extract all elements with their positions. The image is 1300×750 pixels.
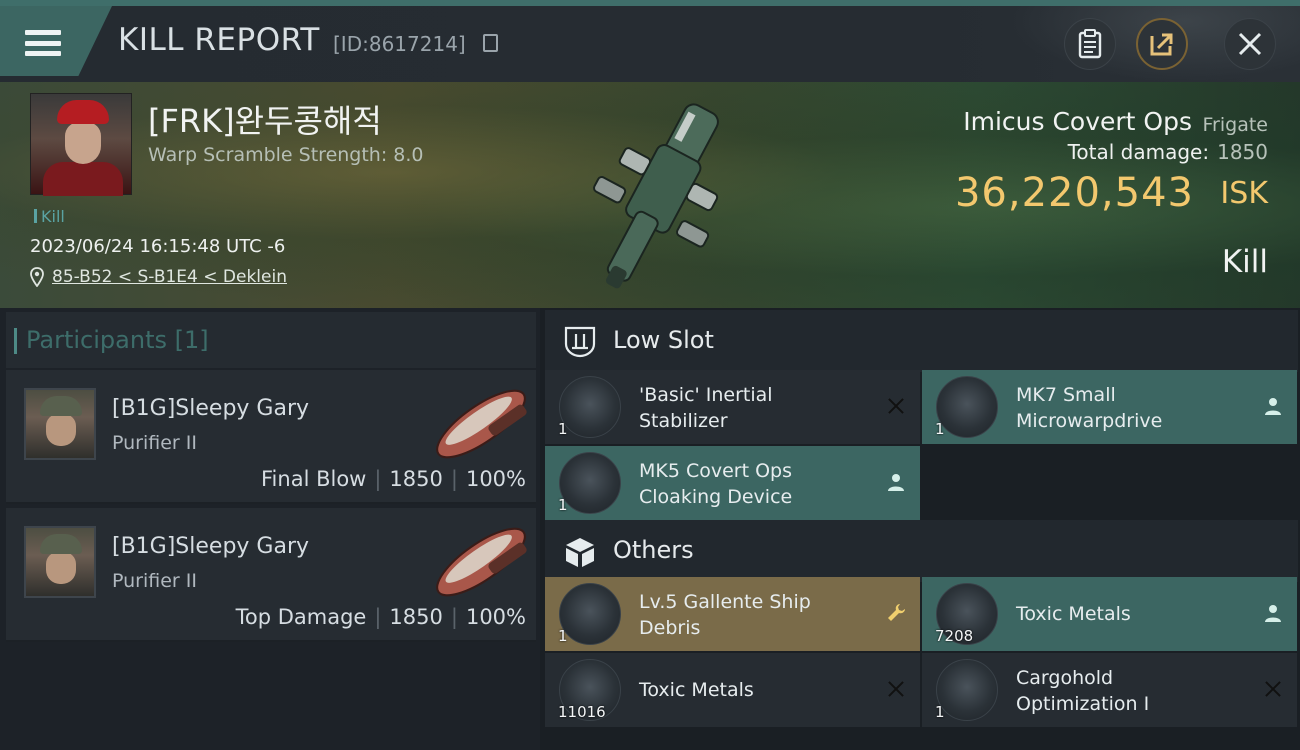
item-slot[interactable]: 1 Cargohold Optimization I xyxy=(922,653,1297,727)
victim-avatar[interactable] xyxy=(30,93,132,196)
wrench-icon xyxy=(888,604,905,621)
item-name: Toxic Metals xyxy=(1016,603,1131,625)
kill-location-link[interactable]: 85-B52 < S-B1E4 < Deklein xyxy=(52,267,287,287)
item-quantity: 11016 xyxy=(558,703,606,721)
participant-stats: Final Blow | 1850 | 100% xyxy=(261,467,526,491)
item-name: Toxic Metals xyxy=(639,679,754,701)
item-name: 'Basic' Inertial Stabilizer xyxy=(639,384,773,432)
item-slot[interactable]: 1 Lv.5 Gallente Ship Debris xyxy=(545,577,920,651)
cloaking-device-icon xyxy=(559,452,621,514)
participant-role: Top Damage xyxy=(235,605,367,629)
microwarpdrive-icon xyxy=(936,376,998,438)
participant-ship: Purifier II xyxy=(112,570,197,592)
participant-stats: Top Damage | 1850 | 100% xyxy=(235,605,526,629)
total-damage-label: Total damage: xyxy=(1067,140,1210,164)
share-button[interactable] xyxy=(1136,18,1188,70)
copy-icon[interactable] xyxy=(483,34,498,52)
participant-row[interactable]: [B1G]Sleepy Gary Purifier II Final Blow |… xyxy=(6,370,536,504)
close-icon xyxy=(1238,32,1262,56)
item-quantity: 1 xyxy=(558,420,568,438)
isk-unit: ISK xyxy=(1220,176,1268,211)
clipboard-button[interactable] xyxy=(1064,18,1116,70)
others-header: Others xyxy=(545,520,1298,582)
item-name: MK5 Covert Ops Cloaking Device xyxy=(639,460,793,508)
low-slot-title: Low Slot xyxy=(613,326,714,354)
cargohold-optimization-icon xyxy=(936,659,998,721)
victim-ship-class: Frigate xyxy=(1202,114,1268,136)
participant-damage: 1850 xyxy=(389,467,443,491)
person-icon xyxy=(1265,398,1281,415)
warp-scramble-strength: Warp Scramble Strength: 8.0 xyxy=(148,144,424,166)
item-quantity: 1 xyxy=(558,627,568,645)
participant-avatar[interactable] xyxy=(24,388,96,460)
ship-debris-icon xyxy=(559,583,621,645)
item-name: Lv.5 Gallente Ship Debris xyxy=(639,591,811,639)
participant-row[interactable]: [B1G]Sleepy Gary Purifier II Top Damage |… xyxy=(6,508,536,642)
participant-name: [B1G]Sleepy Gary xyxy=(112,534,310,559)
item-slot[interactable]: 11016 Toxic Metals xyxy=(545,653,920,727)
kill-report-window: KILL REPORT [ID:8617214] [FRK]완두콩해적 Warp… xyxy=(0,0,1300,750)
menu-icon xyxy=(25,30,61,56)
item-slot[interactable]: 1 MK5 Covert Ops Cloaking Device xyxy=(545,446,920,520)
participant-ship-image xyxy=(436,527,527,597)
x-mark-icon xyxy=(1263,679,1283,699)
participant-ship: Purifier II xyxy=(112,432,197,454)
participant-name: [B1G]Sleepy Gary xyxy=(112,396,310,421)
low-slot-header: Low Slot xyxy=(545,310,1298,372)
kill-result: Kill xyxy=(1221,244,1268,280)
participants-title: Participants [1] xyxy=(14,326,209,354)
victim-ship-image xyxy=(592,103,719,289)
participant-avatar[interactable] xyxy=(24,526,96,598)
kill-datetime: 2023/06/24 16:15:48 UTC -6 xyxy=(30,236,286,257)
total-damage: Total damage: 1850 xyxy=(1068,140,1268,164)
isk-value: 36,220,543 xyxy=(954,170,1194,216)
item-quantity: 7208 xyxy=(935,627,974,645)
participant-ship-image xyxy=(436,389,527,459)
location-pin-icon xyxy=(30,267,44,287)
clipboard-icon xyxy=(1078,29,1102,59)
person-icon xyxy=(1265,605,1281,622)
low-slot-icon xyxy=(564,326,596,358)
page-title: KILL REPORT xyxy=(118,22,320,58)
item-slot[interactable]: 7208 Toxic Metals xyxy=(922,577,1297,651)
others-title: Others xyxy=(613,536,694,564)
victim-name[interactable]: [FRK]완두콩해적 xyxy=(148,96,382,142)
item-name: MK7 Small Microwarpdrive xyxy=(1016,384,1163,432)
participant-percent: 100% xyxy=(465,605,526,629)
total-damage-value: 1850 xyxy=(1217,140,1268,164)
x-mark-icon xyxy=(886,396,906,416)
victim-ship-name[interactable]: Imicus Covert Ops xyxy=(963,107,1192,136)
participant-percent: 100% xyxy=(465,467,526,491)
close-button[interactable] xyxy=(1224,18,1276,70)
item-slot[interactable]: 1 'Basic' Inertial Stabilizer xyxy=(545,370,920,444)
x-mark-icon xyxy=(886,679,906,699)
item-quantity: 1 xyxy=(558,496,568,514)
kill-tag: Kill xyxy=(34,207,65,226)
participant-damage: 1850 xyxy=(389,605,443,629)
report-id: [ID:8617214] xyxy=(333,32,466,56)
item-name: Cargohold Optimization I xyxy=(1016,667,1150,715)
item-quantity: 1 xyxy=(935,703,945,721)
participant-role: Final Blow xyxy=(261,467,367,491)
inertial-stabilizer-icon xyxy=(559,376,621,438)
item-slot[interactable]: 1 MK7 Small Microwarpdrive xyxy=(922,370,1297,444)
person-icon xyxy=(888,474,904,491)
top-accent-line xyxy=(0,0,1300,6)
share-icon xyxy=(1150,33,1173,56)
item-quantity: 1 xyxy=(935,420,945,438)
others-cube-icon xyxy=(566,538,594,567)
